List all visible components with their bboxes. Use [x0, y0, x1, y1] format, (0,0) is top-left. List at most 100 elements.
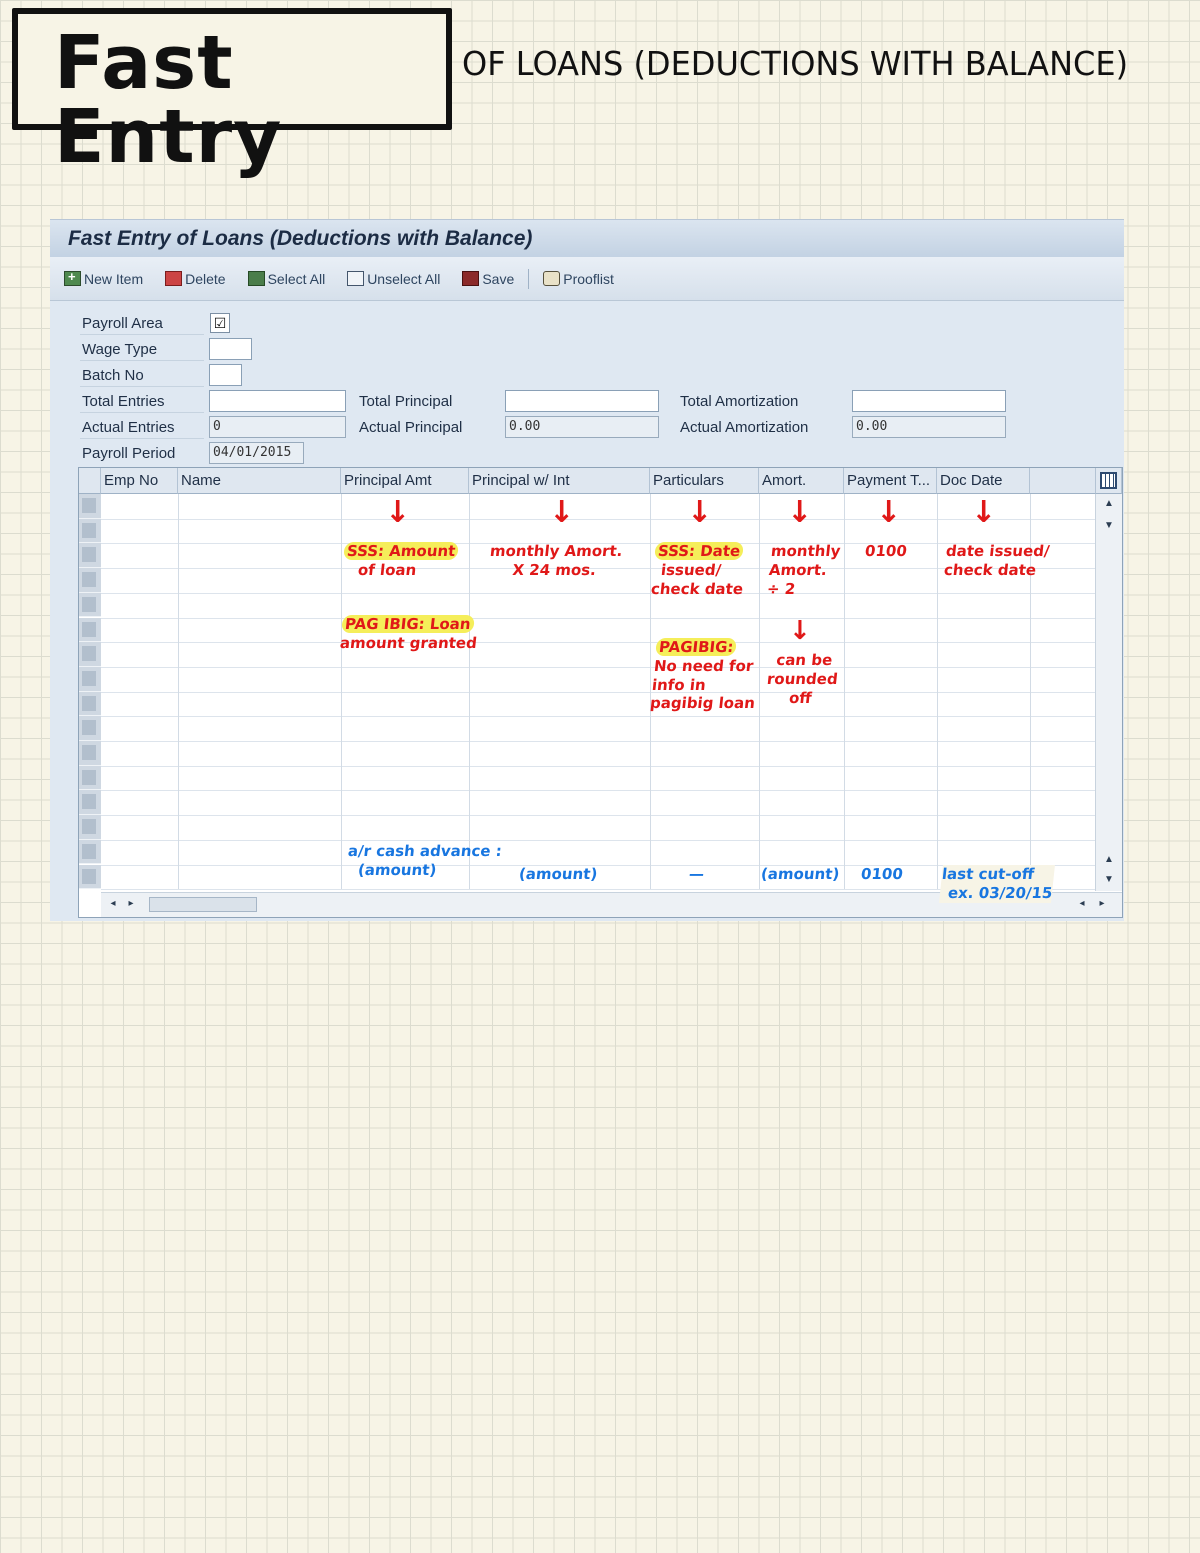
col-header-amort[interactable]: Amort. — [759, 468, 844, 494]
delete-label: Delete — [185, 270, 226, 287]
divider — [80, 438, 204, 439]
scroll-right-icon[interactable]: ▸ — [121, 898, 141, 909]
row-selector[interactable] — [79, 790, 101, 816]
heading-subtitle: OF LOANS (DEDUCTIONS WITH BALANCE) — [462, 44, 1129, 83]
row-selector[interactable] — [79, 741, 101, 766]
wage-type-field[interactable] — [209, 338, 252, 360]
row-selector[interactable] — [79, 765, 101, 791]
total-entries-field[interactable] — [209, 390, 346, 412]
note-amort: monthly Amort. ÷ 2 — [766, 542, 841, 598]
total-principal-field[interactable] — [505, 390, 659, 412]
scroll-left-icon[interactable]: ◂ — [103, 898, 123, 909]
note-principal-pagibig: PAG IBIG: Loan amount granted — [339, 615, 480, 653]
note-docdate: date issued/ check date — [943, 542, 1050, 580]
batch-no-label: Batch No — [82, 367, 144, 384]
table-row — [101, 666, 1096, 668]
row-selector[interactable] — [79, 592, 101, 618]
scroll-thumb[interactable] — [149, 897, 257, 912]
select-all-icon — [247, 271, 265, 286]
unselect-all-button[interactable]: Unselect All — [347, 271, 440, 287]
note-line: check date — [650, 579, 745, 598]
scroll-down-icon[interactable]: ▼ — [1096, 874, 1122, 885]
row-selector[interactable] — [79, 839, 101, 865]
heading-title: Fast Entry — [54, 20, 283, 180]
note-line: amount granted — [339, 633, 478, 652]
payroll-period-field: 04/01/2015 — [209, 442, 304, 464]
table-settings-icon[interactable] — [1100, 472, 1117, 489]
table-settings-cell[interactable] — [1096, 468, 1122, 494]
col-header-emp-no[interactable]: Emp No — [101, 468, 178, 494]
note-line: Amort. — [768, 560, 828, 579]
col-header-particulars[interactable]: Particulars — [650, 468, 759, 494]
table-row — [101, 518, 1096, 520]
delete-button[interactable]: Delete — [165, 270, 226, 287]
note-cash-advance: a/r cash advance : (amount) — [345, 842, 503, 880]
col-header-doc-date[interactable]: Doc Date — [937, 468, 1030, 494]
note-line: last cut-off — [941, 865, 1035, 883]
note-line: SSS: Date — [654, 542, 745, 560]
total-amortization-label: Total Amortization — [680, 393, 799, 410]
new-item-button[interactable]: New Item — [64, 269, 143, 287]
scroll-down-icon[interactable]: ▼ — [1096, 520, 1122, 531]
table-row — [101, 716, 1096, 718]
total-amortization-field[interactable] — [852, 390, 1006, 412]
table-row — [101, 642, 1096, 644]
table-row — [101, 592, 1096, 594]
actual-amortization-label: Actual Amortization — [680, 419, 809, 436]
row-selector[interactable] — [79, 666, 101, 692]
heading-box: Fast Entry — [12, 8, 452, 174]
payroll-area-checkbox[interactable]: ☑ — [210, 313, 230, 333]
save-label: Save — [482, 270, 515, 287]
scroll-right-icon[interactable]: ▸ — [1092, 898, 1112, 909]
note-cash-advance-payment: 0100 — [860, 865, 904, 883]
row-selector[interactable] — [79, 864, 101, 890]
note-amort-round: can be rounded off — [764, 651, 841, 707]
row-selector[interactable] — [79, 518, 101, 544]
note-line: off — [788, 688, 813, 707]
column-divider — [937, 494, 938, 890]
note-line: date issued/ — [945, 542, 1051, 560]
col-header-blank — [1030, 468, 1096, 494]
note-line: info in — [651, 675, 707, 694]
arrow-down-icon: ↓ — [789, 616, 811, 646]
row-selector[interactable] — [79, 568, 101, 593]
unselect-all-label: Unselect All — [367, 270, 441, 287]
row-selector[interactable] — [79, 642, 101, 667]
scroll-up-icon[interactable]: ▲ — [1096, 498, 1122, 509]
select-all-button[interactable]: Select All — [247, 271, 325, 287]
row-selector[interactable] — [79, 716, 101, 741]
unselect-all-icon — [347, 271, 365, 286]
row-selector[interactable] — [79, 691, 101, 717]
table-row — [101, 691, 1096, 693]
col-header-payment-type[interactable]: Payment T... — [844, 468, 937, 494]
scroll-left-icon[interactable]: ◂ — [1072, 898, 1092, 909]
row-selector[interactable] — [79, 617, 101, 643]
note-line: No need for — [653, 656, 755, 675]
col-header-principal-amt[interactable]: Principal Amt — [341, 468, 469, 494]
col-header-principal-int[interactable]: Principal w/ Int — [469, 468, 650, 494]
note-cash-advance-int: (amount) — [518, 865, 599, 883]
batch-no-field[interactable] — [209, 364, 242, 386]
scroll-up-icon[interactable]: ▲ — [1096, 854, 1122, 865]
row-selector[interactable] — [79, 543, 101, 569]
note-cash-advance-amort: (amount) — [760, 865, 841, 883]
row-selector-header[interactable] — [79, 468, 101, 494]
divider — [80, 386, 204, 387]
vertical-scrollbar[interactable]: ▲ ▼ ▲ ▼ — [1095, 494, 1122, 891]
table-row — [101, 765, 1096, 767]
save-button[interactable]: Save — [462, 271, 514, 287]
note-line: ÷ 2 — [766, 579, 797, 598]
actual-principal-field: 0.00 — [505, 416, 659, 438]
arrow-down-icon: ↓ — [787, 495, 813, 530]
table-row — [101, 741, 1096, 742]
col-header-name[interactable]: Name — [178, 468, 341, 494]
row-selector[interactable] — [79, 494, 101, 519]
row-selector[interactable] — [79, 815, 101, 840]
note-line: monthly — [770, 542, 842, 560]
arrow-down-icon: ↓ — [876, 495, 902, 530]
window-title: Fast Entry of Loans (Deductions with Bal… — [50, 220, 1124, 257]
note-line: rounded — [766, 669, 839, 688]
note-line: can be — [775, 651, 834, 669]
prooflist-button[interactable]: Prooflist — [543, 271, 614, 287]
arrow-down-icon: ↓ — [385, 495, 411, 530]
